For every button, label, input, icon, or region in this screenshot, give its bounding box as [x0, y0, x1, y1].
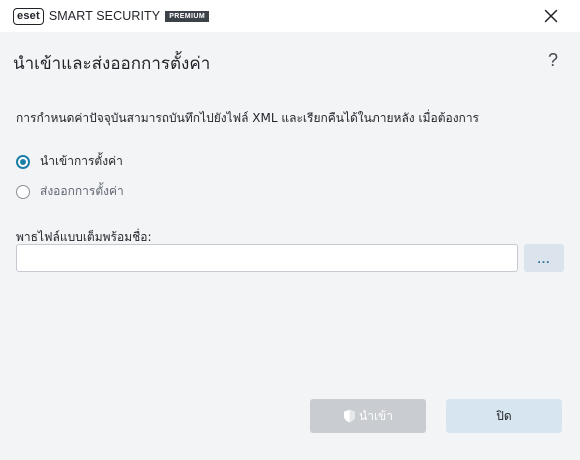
window-close-button[interactable] [542, 7, 560, 25]
import-export-settings-window: eset SMART SECURITY PREMIUM นำเข้าและส่ง… [0, 0, 580, 460]
title-bar: eset SMART SECURITY PREMIUM [0, 0, 580, 32]
description-text: การกำหนดค่าปัจจุบันสามารถบันทึกไปยังไฟล์… [16, 111, 480, 125]
shield-icon [344, 409, 355, 423]
import-button[interactable]: นำเข้า [310, 399, 426, 433]
product-name: SMART SECURITY [48, 9, 161, 23]
import-settings-option[interactable]: นำเข้าการตั้งค่า [16, 152, 123, 171]
eset-logo: eset SMART SECURITY PREMIUM [13, 7, 210, 25]
close-icon [544, 9, 558, 23]
close-button[interactable]: ปิด [446, 399, 562, 433]
import-radio[interactable] [16, 154, 30, 169]
export-radio-label: ส่งออกการตั้งค่า [40, 184, 124, 198]
browse-button[interactable]: ... [524, 244, 564, 272]
page-title: นำเข้าและส่งออกการตั้งค่า [13, 54, 211, 74]
export-radio[interactable] [16, 184, 30, 199]
export-settings-option[interactable]: ส่งออกการตั้งค่า [16, 182, 124, 201]
close-button-label: ปิด [496, 408, 512, 423]
brand-badge: eset [13, 7, 44, 25]
import-button-label: นำเข้า [359, 408, 393, 423]
help-button[interactable]: ? [548, 50, 558, 71]
file-path-input[interactable] [16, 244, 518, 272]
import-radio-label: นำเข้าการตั้งค่า [40, 154, 123, 168]
edition-badge: PREMIUM [165, 10, 210, 22]
